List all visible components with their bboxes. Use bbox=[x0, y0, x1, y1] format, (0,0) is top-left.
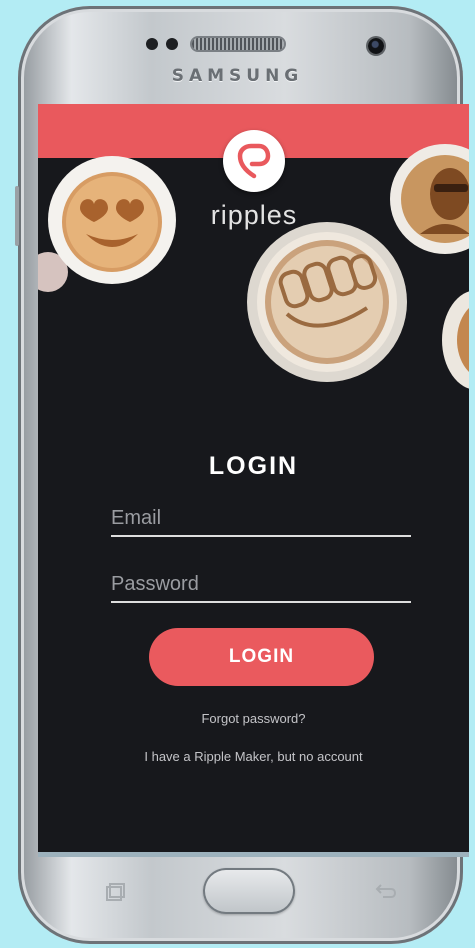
logo-wordmark: ripples bbox=[210, 200, 298, 230]
ripples-logo bbox=[223, 130, 285, 192]
password-field[interactable] bbox=[111, 567, 411, 603]
home-button[interactable] bbox=[203, 868, 295, 914]
latte-emoji-image bbox=[48, 156, 176, 284]
app-screen: ripples LOGIN LOGIN Forgot password? I h… bbox=[38, 104, 469, 857]
light-sensor bbox=[166, 38, 178, 50]
forgot-password-link[interactable]: Forgot password? bbox=[38, 711, 469, 726]
no-account-link[interactable]: I have a Ripple Maker, but no account bbox=[38, 749, 469, 764]
page-title: LOGIN bbox=[208, 452, 299, 480]
recent-apps-icon[interactable] bbox=[105, 882, 127, 907]
latte-edge-image bbox=[442, 290, 469, 390]
device-brand: SAMSUNG bbox=[171, 66, 304, 86]
screen-bottom-edge bbox=[38, 852, 469, 857]
back-icon[interactable] bbox=[375, 882, 397, 905]
latte-fist-image bbox=[247, 222, 407, 382]
login-button[interactable]: LOGIN bbox=[149, 628, 374, 686]
earpiece-speaker bbox=[192, 38, 284, 50]
proximity-sensor bbox=[146, 38, 158, 50]
email-field[interactable] bbox=[111, 501, 411, 537]
volume-button bbox=[15, 186, 19, 246]
front-camera bbox=[368, 38, 384, 54]
